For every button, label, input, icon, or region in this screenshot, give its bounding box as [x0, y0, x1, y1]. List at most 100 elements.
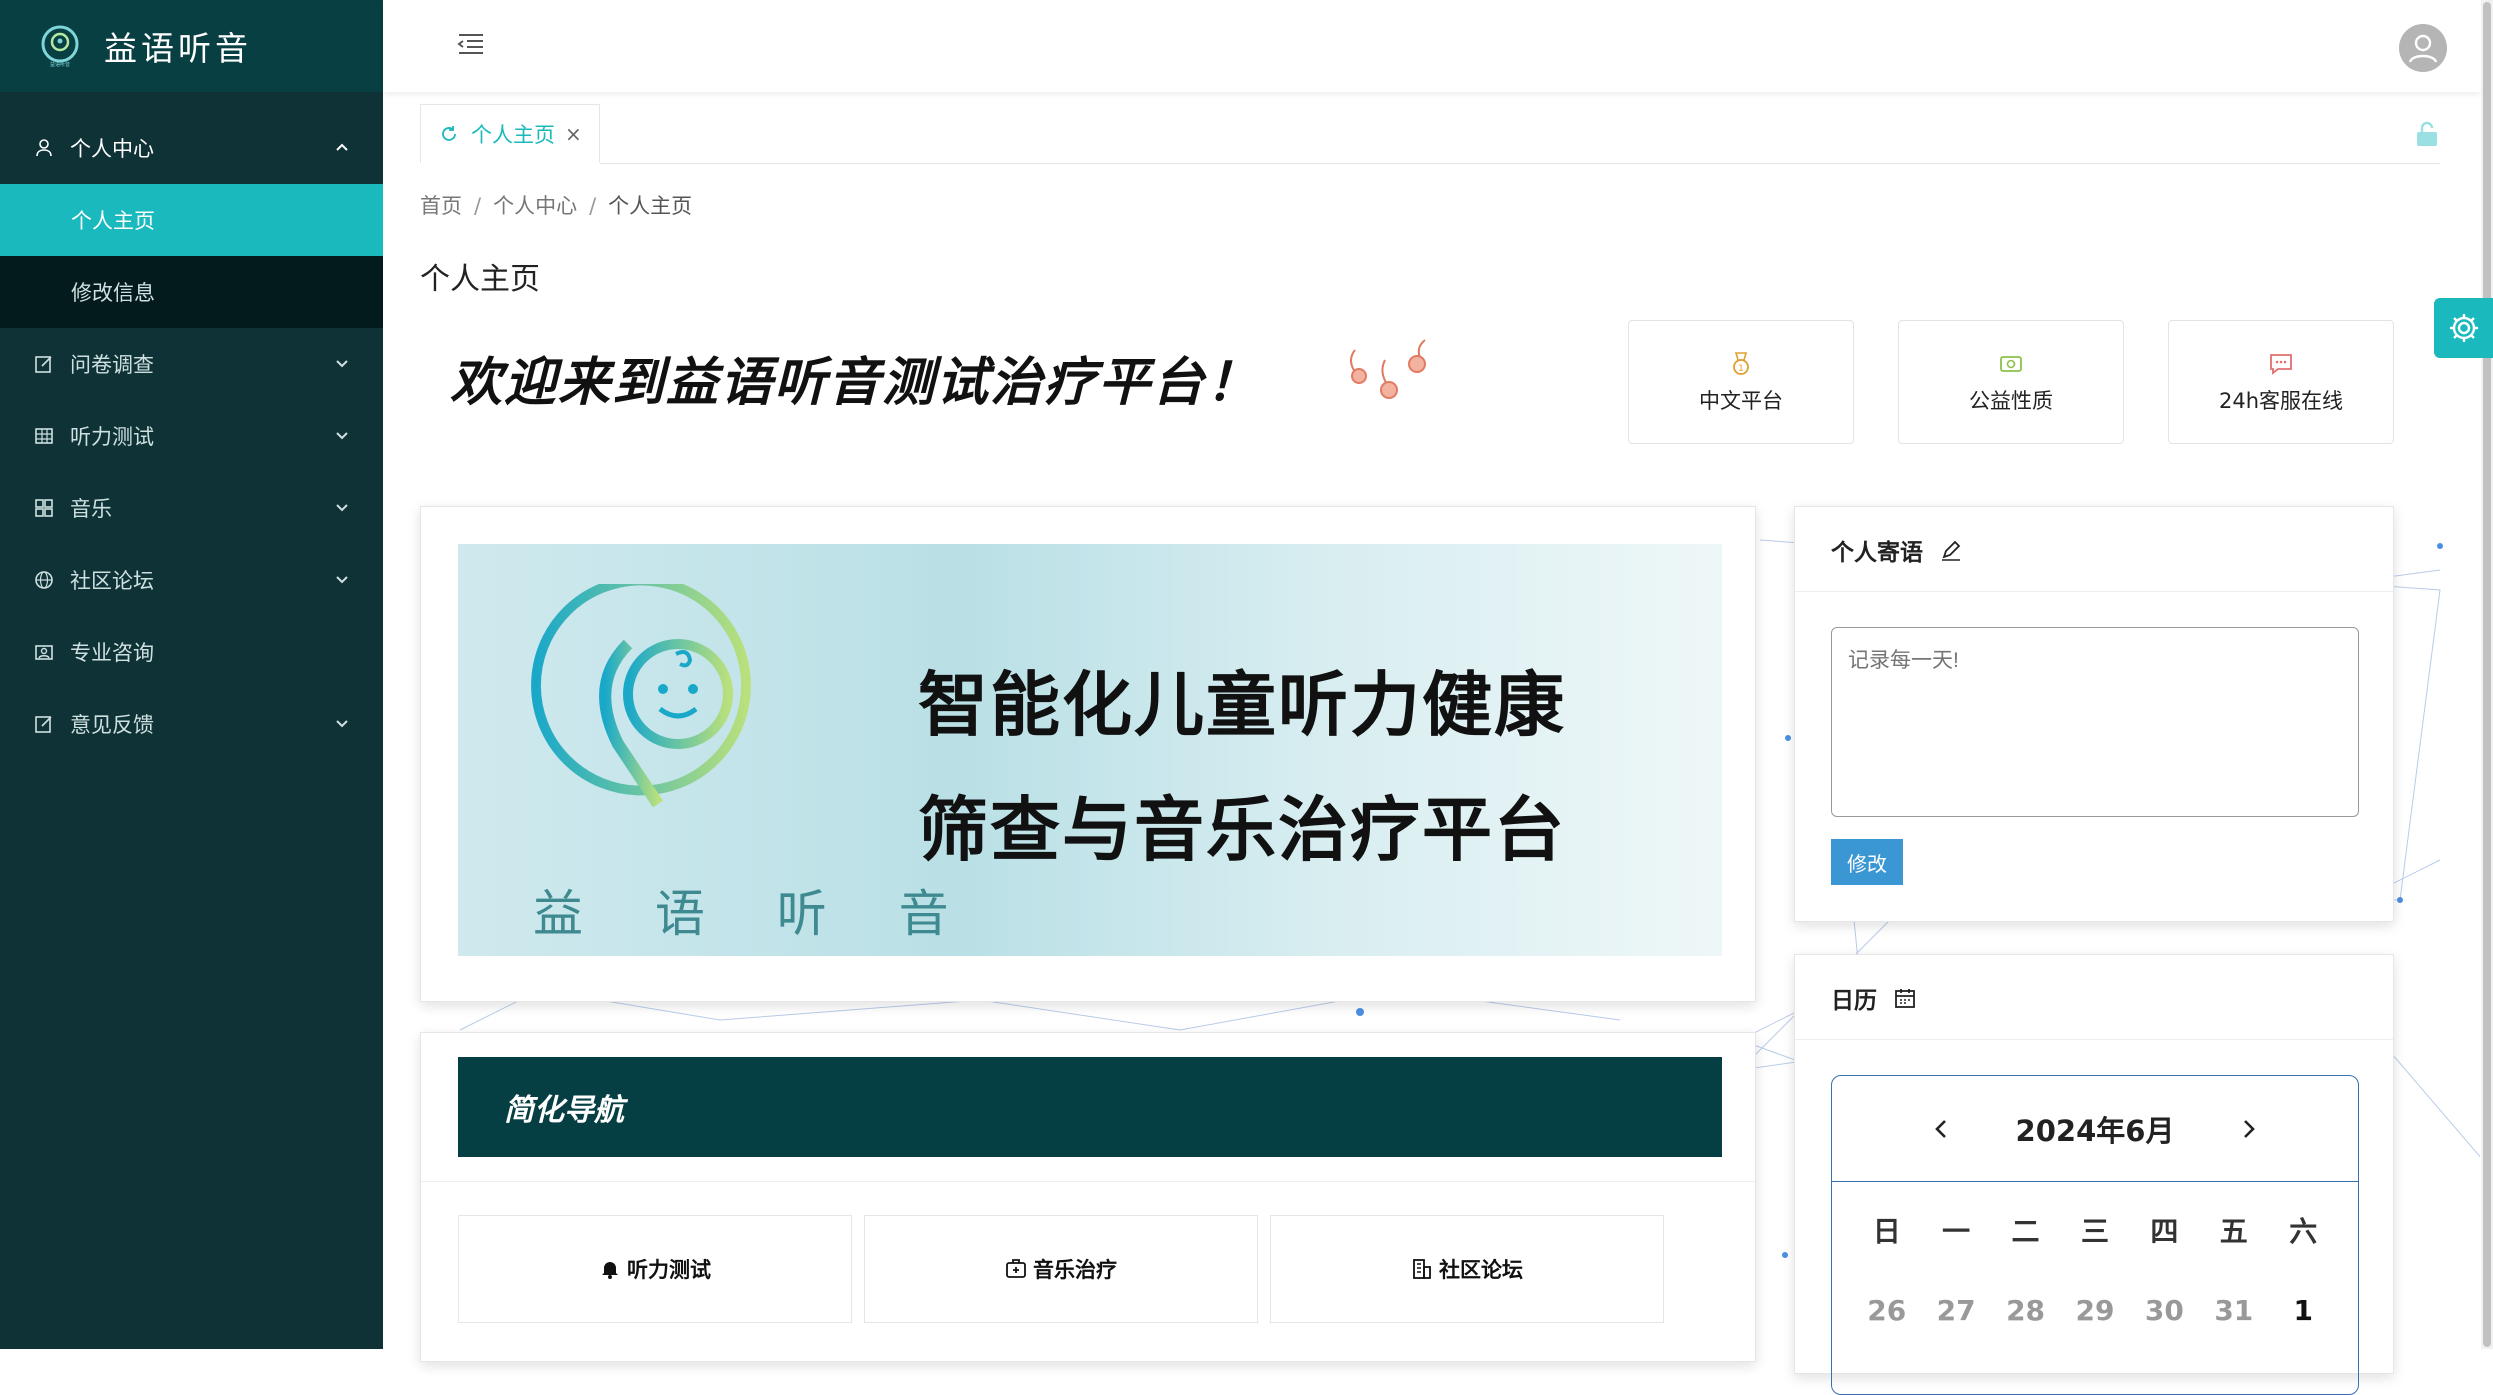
divider [1795, 1039, 2393, 1040]
sidebar-subitem-label: 个人主页 [71, 209, 155, 233]
logo-icon: 益语听音 [38, 24, 82, 68]
simplified-nav-card: 简化导航 听力测试 音乐治疗 社区论坛 [420, 1032, 1756, 1362]
breadcrumb-item[interactable]: 首页 [420, 194, 462, 218]
chevron-up-icon [331, 136, 353, 158]
chevron-right-icon[interactable] [2234, 1115, 2262, 1143]
sidebar-item-personal-center[interactable]: 个人中心 [0, 112, 383, 184]
banner-slogan-line2: 筛查与音乐治疗平台 [918, 789, 1566, 871]
money-icon [1998, 351, 2024, 377]
message-textarea[interactable] [1831, 627, 2359, 817]
calendar-day[interactable]: 31 [2209, 1294, 2259, 1327]
svg-text:益语听音: 益语听音 [50, 61, 70, 68]
personal-message-card: 个人寄语 修改 [1794, 506, 2394, 922]
feature-chinese-platform: 1 中文平台 [1628, 320, 1854, 444]
close-icon[interactable]: × [565, 122, 582, 146]
nav-button-label: 社区论坛 [1439, 1258, 1523, 1282]
tab-bar: 个人主页 × [420, 104, 2440, 164]
weekday-label: 四 [2150, 1215, 2179, 1248]
calendar-day[interactable]: 30 [2139, 1294, 2189, 1327]
sidebar-item-hearing-test[interactable]: 听力测试 [0, 400, 383, 472]
menu-toggle-icon[interactable] [455, 28, 487, 60]
calendar-day[interactable]: 28 [2001, 1294, 2051, 1327]
chevron-down-icon [331, 496, 353, 518]
sidebar-item-music[interactable]: 音乐 [0, 472, 383, 544]
calendar-week-row: 26 27 28 29 30 31 1 [1832, 1294, 2358, 1327]
top-header [383, 0, 2481, 92]
nav-card-title: 简化导航 [458, 1057, 1722, 1157]
weekday-label: 日 [1872, 1215, 1901, 1248]
welcome-heading: 欢迎来到益语听音测试治疗平台！ [450, 353, 1261, 413]
calendar-day[interactable]: 26 [1862, 1294, 1912, 1327]
calendar-month-label: 2024年6月 [2015, 1113, 2175, 1148]
building-icon [1411, 1258, 1433, 1280]
sidebar-item-consult[interactable]: 专业咨询 [0, 616, 383, 688]
brand-logo-graphic [508, 584, 828, 844]
sidebar-item-feedback[interactable]: 意见反馈 [0, 688, 383, 760]
grid-icon [34, 498, 54, 518]
calendar-weekdays: 日 一 二 三 四 五 六 [1832, 1210, 2358, 1250]
calendar-card: 日历 2024年6月 日 一 二 三 四 五 六 26 27 28 29 30 … [1794, 954, 2394, 1395]
banner-image: 益 语 听 音 智能化儿童听力健康 筛查与音乐治疗平台 [458, 544, 1722, 956]
refresh-icon[interactable] [439, 124, 459, 144]
sidebar-subitem-home[interactable]: 个人主页 [0, 184, 383, 256]
card-title-text: 个人寄语 [1831, 540, 1923, 566]
weekday-label: 一 [1942, 1215, 1971, 1248]
feature-public-welfare: 公益性质 [1898, 320, 2124, 444]
banner-slogan-line1: 智能化儿童听力健康 [918, 664, 1566, 746]
weekday-label: 五 [2219, 1215, 2248, 1248]
breadcrumb-item[interactable]: 个人中心 [493, 194, 577, 218]
sidebar: 益语听音 益语听音 个人中心 个人主页 修改信息 问卷调查 听力测试 音乐 社区… [0, 0, 383, 1349]
sidebar-subitem-label: 修改信息 [71, 281, 155, 305]
svg-text:1: 1 [1738, 364, 1744, 374]
divider [421, 1181, 1755, 1182]
sidebar-item-label: 专业咨询 [70, 641, 154, 665]
card-title: 日历 [1831, 981, 1917, 1015]
nav-button-label: 听力测试 [627, 1258, 711, 1282]
chevron-left-icon[interactable] [1928, 1115, 1956, 1143]
tab-home[interactable]: 个人主页 × [420, 104, 600, 164]
calendar: 2024年6月 日 一 二 三 四 五 六 26 27 28 29 30 31 … [1831, 1075, 2359, 1395]
nav-button-hearing-test[interactable]: 听力测试 [458, 1215, 852, 1323]
card-title: 个人寄语 [1831, 533, 1963, 567]
edit-icon [34, 354, 54, 374]
music-notes-icon [1335, 330, 1455, 410]
feature-customer-service: 24h客服在线 [2168, 320, 2394, 444]
modify-button[interactable]: 修改 [1831, 839, 1903, 885]
sidebar-item-label: 意见反馈 [70, 713, 154, 737]
breadcrumb-separator: / [474, 194, 482, 218]
nav-button-label: 音乐治疗 [1033, 1258, 1117, 1282]
calendar-day[interactable]: 1 [2278, 1294, 2328, 1327]
table-icon [34, 426, 54, 446]
breadcrumb-current: 个人主页 [608, 194, 693, 218]
weekday-label: 六 [2289, 1215, 2318, 1248]
sidebar-item-forum[interactable]: 社区论坛 [0, 544, 383, 616]
chevron-down-icon [331, 424, 353, 446]
sidebar-item-label: 社区论坛 [70, 569, 154, 593]
settings-button[interactable] [2434, 298, 2493, 358]
banner-card: 益 语 听 音 智能化儿童听力健康 筛查与音乐治疗平台 [420, 506, 1756, 1002]
pencil-icon [1939, 538, 1963, 562]
sidebar-subitem-edit-info[interactable]: 修改信息 [0, 256, 383, 328]
globe-icon [34, 570, 54, 590]
sidebar-menu: 个人中心 个人主页 修改信息 问卷调查 听力测试 音乐 社区论坛 专业咨询 意见… [0, 112, 383, 760]
feature-label: 24h客服在线 [2218, 389, 2344, 413]
calendar-day[interactable]: 29 [2070, 1294, 2120, 1327]
sidebar-item-label: 听力测试 [70, 425, 154, 449]
scrollbar-thumb[interactable] [2483, 2, 2491, 1347]
brand[interactable]: 益语听音 益语听音 [0, 0, 383, 92]
user-icon [34, 138, 54, 158]
vertical-scrollbar[interactable] [2481, 0, 2493, 1349]
avatar[interactable] [2399, 24, 2447, 72]
feature-label: 公益性质 [1969, 389, 2053, 413]
feature-label: 中文平台 [1699, 389, 1783, 413]
nav-button-forum[interactable]: 社区论坛 [1270, 1215, 1664, 1323]
breadcrumb-separator: / [589, 194, 597, 218]
sidebar-item-survey[interactable]: 问卷调查 [0, 328, 383, 400]
lock-icon[interactable] [2414, 120, 2440, 148]
banner-brand-text: 益 语 听 音 [533, 885, 977, 943]
nav-button-music-therapy[interactable]: 音乐治疗 [864, 1215, 1258, 1323]
weekday-label: 二 [2011, 1215, 2040, 1248]
calendar-day[interactable]: 27 [1931, 1294, 1981, 1327]
divider [1795, 591, 2393, 592]
brand-name: 益语听音 [104, 29, 252, 68]
